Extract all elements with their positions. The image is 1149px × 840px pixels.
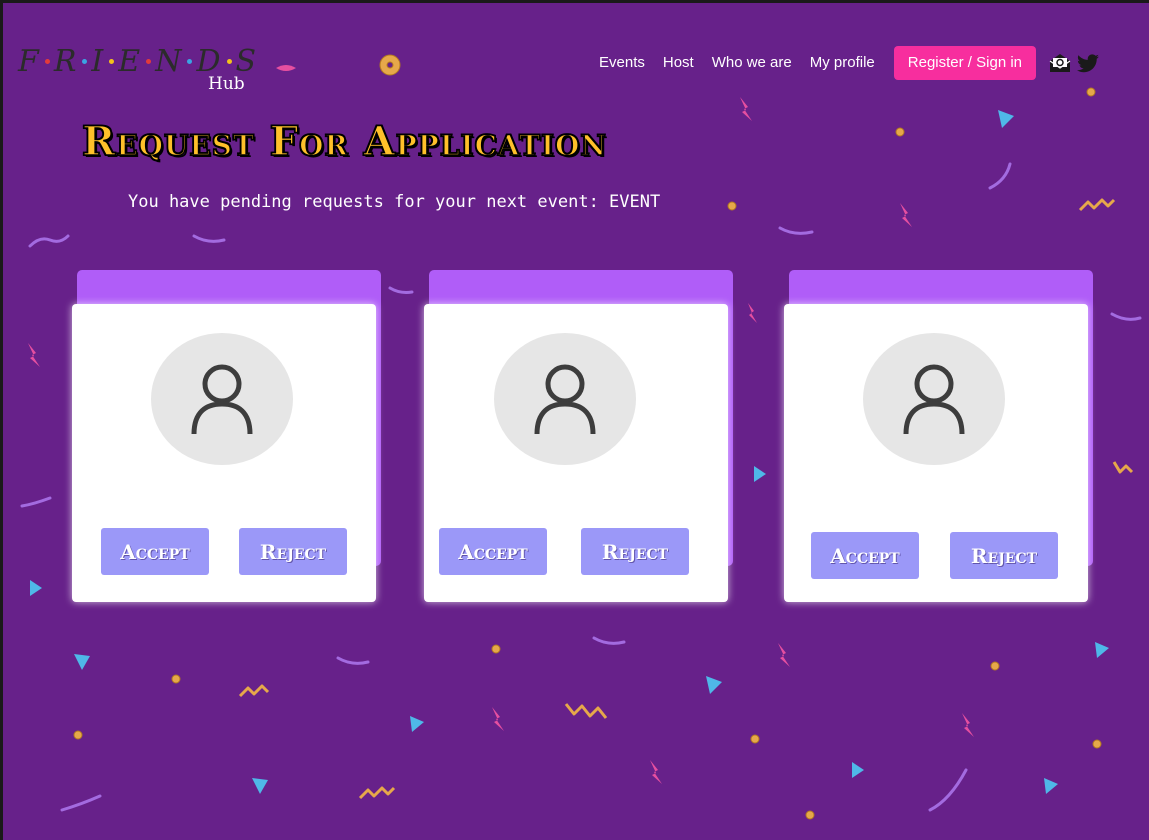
accept-button[interactable]: Accept bbox=[811, 532, 919, 579]
card-body: Accept Reject bbox=[784, 304, 1088, 602]
nav-link-my-profile[interactable]: My profile bbox=[801, 46, 884, 80]
reject-button[interactable]: Reject bbox=[581, 528, 689, 575]
user-icon bbox=[534, 364, 596, 435]
card-body: Accept Reject bbox=[72, 304, 376, 602]
applicant-card: Accept Reject bbox=[424, 270, 734, 604]
avatar bbox=[863, 333, 1005, 465]
logo-dot bbox=[187, 59, 193, 64]
logo-dot bbox=[82, 59, 88, 64]
card-body: Accept Reject bbox=[424, 304, 728, 602]
page-title: Request For Application bbox=[81, 117, 608, 166]
top-nav: Events Host Who we are My profile Regist… bbox=[590, 46, 1100, 80]
applicant-card: Accept Reject bbox=[784, 270, 1094, 604]
logo-dot bbox=[109, 59, 115, 64]
logo-letter: I bbox=[91, 44, 106, 79]
logo-subtitle: Hub bbox=[208, 74, 245, 94]
nav-link-events[interactable]: Events bbox=[590, 46, 654, 80]
logo-dot bbox=[226, 59, 232, 64]
register-sign-in-button[interactable]: Register / Sign in bbox=[893, 46, 1037, 80]
twitter-icon[interactable] bbox=[1076, 51, 1100, 75]
logo-letter: R bbox=[53, 44, 79, 79]
reject-button[interactable]: Reject bbox=[239, 528, 347, 575]
pending-requests-text: You have pending requests for your next … bbox=[128, 192, 661, 212]
friends-hub-logo[interactable]: F R I E N D S Hub bbox=[18, 44, 258, 94]
avatar bbox=[151, 333, 293, 465]
mail-icon[interactable] bbox=[1048, 51, 1072, 75]
accept-button[interactable]: Accept bbox=[101, 528, 209, 575]
reject-button[interactable]: Reject bbox=[950, 532, 1058, 579]
avatar bbox=[494, 333, 636, 465]
logo-dot bbox=[146, 59, 152, 64]
nav-link-who-we-are[interactable]: Who we are bbox=[703, 46, 801, 80]
user-icon bbox=[191, 364, 253, 435]
logo-letter: F bbox=[18, 44, 41, 79]
accept-button[interactable]: Accept bbox=[439, 528, 547, 575]
applicant-card: Accept Reject bbox=[72, 270, 382, 604]
nav-link-host[interactable]: Host bbox=[654, 46, 703, 80]
logo-letter: E bbox=[118, 44, 143, 79]
logo-dot bbox=[44, 59, 50, 64]
logo-letter: N bbox=[155, 44, 184, 79]
user-icon bbox=[903, 364, 965, 435]
